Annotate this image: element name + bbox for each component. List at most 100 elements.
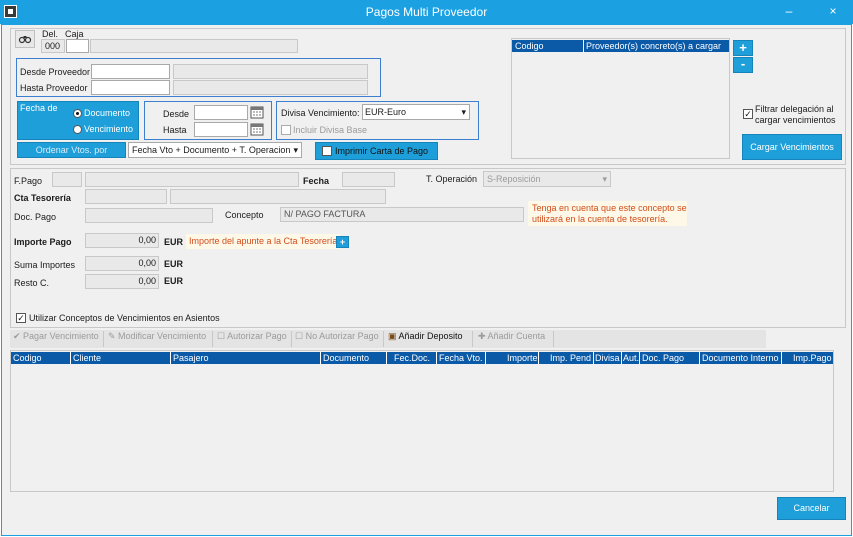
cargar-vencimientos-button[interactable]: Cargar Vencimientos (742, 134, 842, 160)
radio-vencimiento[interactable] (73, 125, 82, 134)
desde-proveedor-name (173, 64, 368, 79)
importe-pago-field[interactable]: 0,00 (85, 233, 159, 248)
calendar-icon (250, 123, 264, 136)
col-documento-interno: Documento Interno (702, 353, 779, 363)
col-fecha-vto: Fecha Vto. (439, 353, 483, 363)
toolbar-divider (553, 331, 554, 347)
plus-icon: ✚ (478, 331, 488, 341)
no-autorizar-pago-button[interactable]: ☐ No Autorizar Pago (295, 331, 379, 347)
fpago-code[interactable] (52, 172, 82, 187)
filtrar-checkbox[interactable]: ✓ (743, 109, 753, 119)
fpago-label: F.Pago (14, 176, 43, 186)
col-doc-pago: Doc. Pago (642, 353, 685, 363)
check-icon: ✔ (13, 331, 24, 341)
imprimir-label: Imprimir Carta de Pago (335, 146, 429, 156)
pagar-vencimiento-button[interactable]: ✔ Pagar Vencimiento (13, 331, 99, 347)
fecha-de-group: Fecha de (17, 101, 139, 140)
remove-proveedor-button[interactable]: - (733, 57, 753, 73)
divisa-select[interactable]: EUR-Euro ▾ (362, 104, 470, 120)
divisa-value: EUR-Euro (365, 107, 407, 117)
edit-icon: ✎ (108, 331, 119, 341)
calendar-icon (250, 106, 264, 119)
toolbar-divider (472, 331, 473, 347)
anadir-deposito-button[interactable]: ▣ Añadir Deposito (388, 331, 463, 347)
fecha-field[interactable] (342, 172, 395, 187)
incluir-divisa-checkbox[interactable] (281, 125, 291, 135)
ordenar-value: Fecha Vto + Documento + T. Operacion (132, 145, 291, 155)
toolbar-divider (291, 331, 292, 347)
col-imp-pend: Imp. Pend (550, 353, 592, 363)
caja-description (90, 39, 298, 53)
docpago-field[interactable] (85, 208, 213, 223)
autorizar-pago-button[interactable]: ☐ Autorizar Pago (217, 331, 287, 347)
checkbox-icon: ☐ (295, 331, 306, 341)
caja-field[interactable] (66, 39, 89, 53)
col-aut: Aut. (623, 353, 640, 363)
resto-field: 0,00 (85, 274, 159, 289)
suma-currency: EUR (164, 259, 184, 269)
col-proveedores: Proveedor(s) concreto(s) a cargar (586, 41, 722, 51)
col-documento: Documento (323, 353, 370, 363)
desde-proveedor-field[interactable] (91, 64, 170, 79)
col-pasajero: Pasajero (173, 353, 209, 363)
hasta-label: Hasta (163, 125, 187, 135)
hasta-proveedor-name (173, 80, 368, 95)
concepto-label: Concepto (225, 210, 264, 220)
caja-label: Caja (65, 29, 84, 39)
vencimientos-header: Codigo Cliente Pasajero Documento Fec.Do… (11, 352, 833, 364)
search-caja-button[interactable] (15, 30, 35, 48)
del-field[interactable]: 000 (41, 39, 65, 53)
concepto-field[interactable]: N/ PAGO FACTURA (280, 207, 524, 222)
hasta-proveedor-field[interactable] (91, 80, 170, 95)
chevron-down-icon: ▾ (461, 107, 466, 117)
importe-pago-label: Importe Pago (14, 237, 72, 247)
cta-tesoreria-code[interactable] (85, 189, 167, 204)
radio-vencimiento-label: Vencimiento (84, 124, 134, 134)
desde-proveedor-label: Desde Proveedor (20, 67, 91, 77)
imprimir-checkbox[interactable] (322, 146, 332, 156)
utilizar-checkbox[interactable]: ✓ (16, 313, 26, 323)
chevron-down-icon: ▾ (602, 174, 607, 184)
ordenar-label: Ordenar Vtos. por (35, 145, 108, 155)
add-importe-button[interactable]: + (336, 236, 349, 248)
hasta-proveedor-label: Hasta Proveedor (20, 83, 88, 93)
suma-field: 0,00 (85, 256, 159, 271)
cancelar-button[interactable]: Cancelar (777, 497, 846, 520)
proveedores-list[interactable]: Codigo Proveedor(s) concreto(s) a cargar (511, 38, 730, 159)
desde-calendar-button[interactable] (250, 105, 264, 119)
vencimientos-table[interactable]: Codigo Cliente Pasajero Documento Fec.Do… (10, 350, 834, 492)
fecha-label: Fecha (303, 176, 330, 186)
resto-currency: EUR (164, 276, 184, 286)
cta-tesoreria-label: Cta Tesorería (14, 193, 71, 203)
utilizar-label: Utilizar Conceptos de Vencimientos en As… (29, 313, 220, 323)
toolbar-divider (103, 331, 104, 347)
del-label: Del. (42, 29, 59, 39)
toperacion-value: S-Reposición (487, 174, 541, 184)
add-proveedor-button[interactable]: + (733, 40, 753, 56)
chevron-down-icon: ▾ (293, 145, 298, 155)
hasta-date-field[interactable] (194, 122, 248, 137)
toolbar-divider (383, 331, 384, 347)
fpago-desc (85, 172, 299, 187)
col-cliente: Cliente (73, 353, 102, 363)
docpago-label: Doc. Pago (14, 212, 57, 222)
modificar-vencimiento-button[interactable]: ✎ Modificar Vencimiento (108, 331, 206, 347)
divisa-label: Divisa Vencimiento: (281, 108, 360, 118)
desde-date-field[interactable] (194, 105, 248, 120)
col-divisa: Divisa (595, 353, 620, 363)
toperacion-label: T. Operación (426, 174, 478, 184)
toperacion-select[interactable]: S-Reposición ▾ (483, 171, 611, 187)
resto-label: Resto C. (14, 278, 50, 288)
ordenar-select[interactable]: Fecha Vto + Documento + T. Operacion ▾ (128, 142, 302, 158)
hasta-calendar-button[interactable] (250, 122, 264, 136)
incluir-divisa-label: Incluir Divisa Base (293, 125, 368, 135)
col-codigo: Codigo (515, 41, 544, 51)
col-fec-doc: Fec.Doc. (394, 353, 431, 363)
minimize-button[interactable]: – (778, 2, 800, 20)
radio-documento[interactable] (73, 109, 82, 118)
anadir-cuenta-button[interactable]: ✚ Añadir Cuenta (478, 331, 545, 347)
close-button[interactable]: × (822, 2, 844, 20)
suma-label: Suma Importes (14, 260, 76, 270)
fecha-de-label: Fecha de (20, 103, 58, 113)
toolbar-divider (212, 331, 213, 347)
